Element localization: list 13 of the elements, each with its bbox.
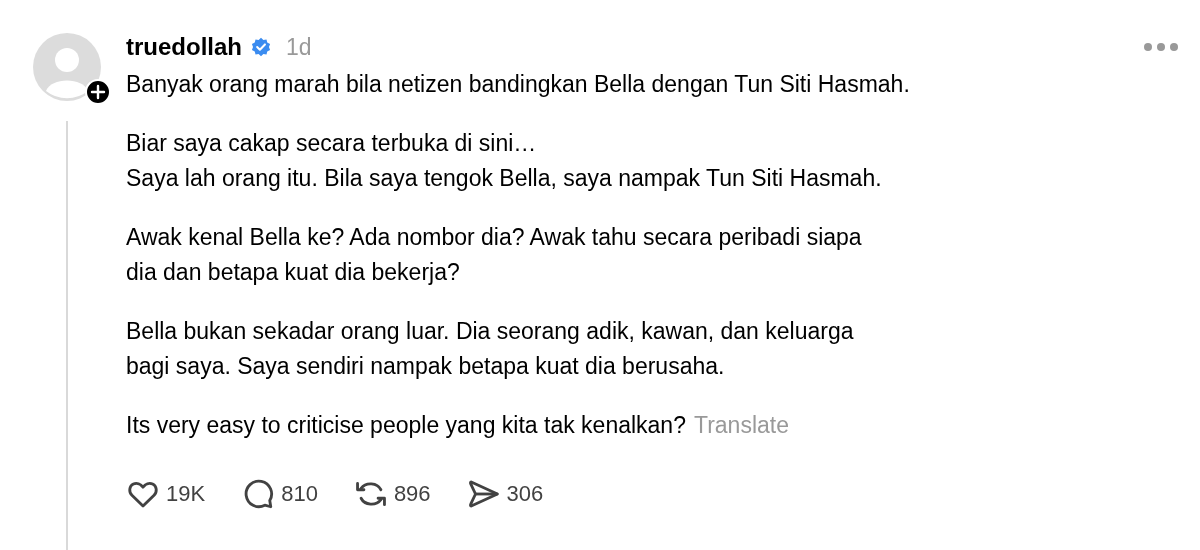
repost-button[interactable]: 896 [353,477,431,511]
post-paragraph: Biar saya cakap secara terbuka di sini… Saya lah orang itu. Bila saya tengok Bella, saya nampak Tun Siti Hasmah. [126,129,883,193]
post-paragraph: Bella bukan sekadar orang luar. Dia seorang adik, kawan, dan keluarga bagi saya. Saya sendiri nampak betapa kuat dia berusaha. [126,317,855,381]
post-paragraph: Its very easy to criticise people yang kita tak kenalkan? Translate [126,411,790,440]
post-time: 1d [286,33,312,61]
reply-button[interactable]: 810 [241,477,318,511]
follow-icon[interactable] [85,79,111,105]
share-button[interactable]: 306 [466,477,544,511]
post-paragraph: Banyak orang marah bila netizen bandingkan Bella dengan Tun Siti Hasmah. [126,70,911,99]
username[interactable]: truedollah [126,33,242,61]
like-button[interactable]: 19K [126,477,206,511]
post-paragraph: Awak kenal Bella ke? Ada nombor dia? Awak tahu secara peribadi siapa dia dan betapa kuat dia bekerja? [126,223,863,287]
avatar-icon[interactable] [33,33,101,101]
